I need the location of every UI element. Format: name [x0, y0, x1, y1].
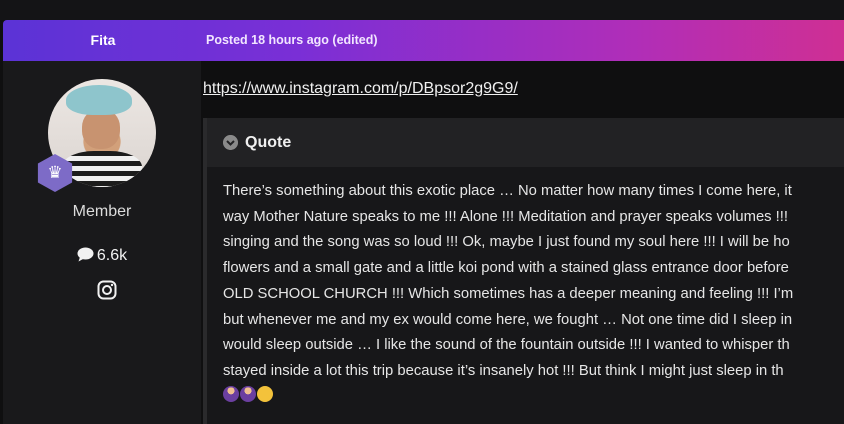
- username[interactable]: Fita: [3, 20, 203, 61]
- avatar-beret: [66, 85, 132, 115]
- quote-line: flowers and a small gate and a little ko…: [223, 260, 789, 277]
- quote-line: stayed inside a lot this trip because it…: [223, 362, 784, 379]
- message-count: 6.6k: [3, 247, 201, 265]
- quote-body: There’s something about this exotic plac…: [223, 179, 844, 402]
- woman-shrugging-emoji: [223, 385, 239, 402]
- user-role: Member: [72, 203, 132, 220]
- quote-header[interactable]: Quote: [207, 118, 844, 167]
- quote-line: would sleep outside … I like the sound o…: [223, 337, 790, 354]
- woman-shrugging-emoji: [240, 385, 256, 402]
- message-count-value: 6.6k: [96, 247, 128, 264]
- emoji-row: [223, 385, 844, 402]
- instagram-link[interactable]: https://www.instagram.com/p/DBpsor2g9G9/: [203, 80, 518, 98]
- author-sidebar: ♛ Member 6.6k: [3, 61, 201, 424]
- quote-line: OLD SCHOOL CHURCH !!! Which sometimes ha…: [223, 285, 794, 302]
- quote-title: Quote: [245, 134, 292, 151]
- quote-block: Quote There’s something about this exoti…: [203, 118, 844, 424]
- avatar-shirt: [62, 151, 142, 187]
- instagram-icon[interactable]: [97, 280, 117, 300]
- avatar-face: [82, 109, 120, 149]
- quote-line: singing and the song was so loud !!! Ok,…: [223, 234, 790, 251]
- quote-line: way Mother Nature speaks to me !!! Alone…: [223, 208, 789, 225]
- quote-line: but whenever me and my ex would come her…: [223, 311, 793, 328]
- comment-icon: [77, 247, 94, 262]
- smiling-face-emoji: [257, 385, 273, 402]
- quote-line: There’s something about this exotic plac…: [223, 183, 792, 199]
- top-strip: [0, 0, 844, 20]
- post-header: Fita Posted 18 hours ago (edited): [3, 20, 844, 61]
- post-timestamp[interactable]: Posted 18 hours ago (edited): [206, 20, 378, 61]
- chevron-down-icon[interactable]: [223, 135, 238, 150]
